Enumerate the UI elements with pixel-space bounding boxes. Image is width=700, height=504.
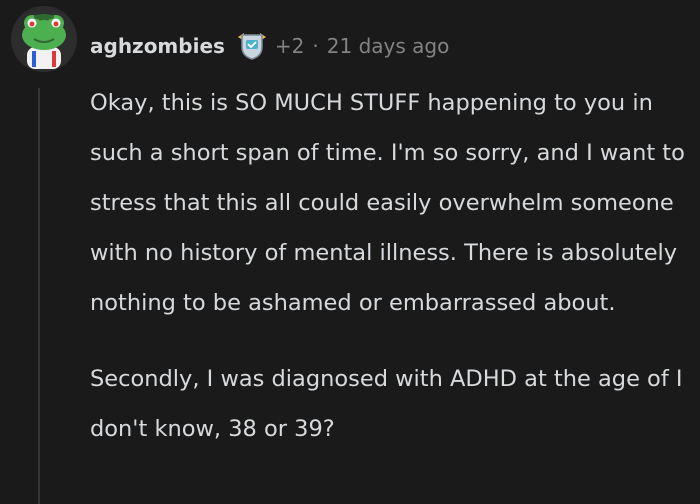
username-link[interactable]: aghzombies bbox=[90, 34, 225, 58]
karma-score: +2 bbox=[274, 34, 305, 58]
comment: aghzombies +2 · 21 days ago Okay, this i… bbox=[0, 0, 700, 504]
comment-paragraph-2: Secondly, I was diagnosed with ADHD at t… bbox=[90, 366, 683, 442]
comment-timestamp[interactable]: 21 days ago bbox=[327, 34, 450, 58]
thread-collapse-line[interactable] bbox=[38, 88, 40, 504]
user-avatar[interactable] bbox=[10, 5, 78, 73]
comment-body: Okay, this is SO MUCH STUFF happening to… bbox=[90, 78, 690, 480]
shield-award-icon[interactable] bbox=[235, 31, 269, 61]
comment-paragraph-1: Okay, this is SO MUCH STUFF happening to… bbox=[90, 90, 685, 316]
comment-header: aghzombies +2 · 21 days ago bbox=[90, 28, 449, 64]
frog-avatar-icon bbox=[11, 6, 77, 72]
meta-separator: · bbox=[312, 34, 319, 58]
